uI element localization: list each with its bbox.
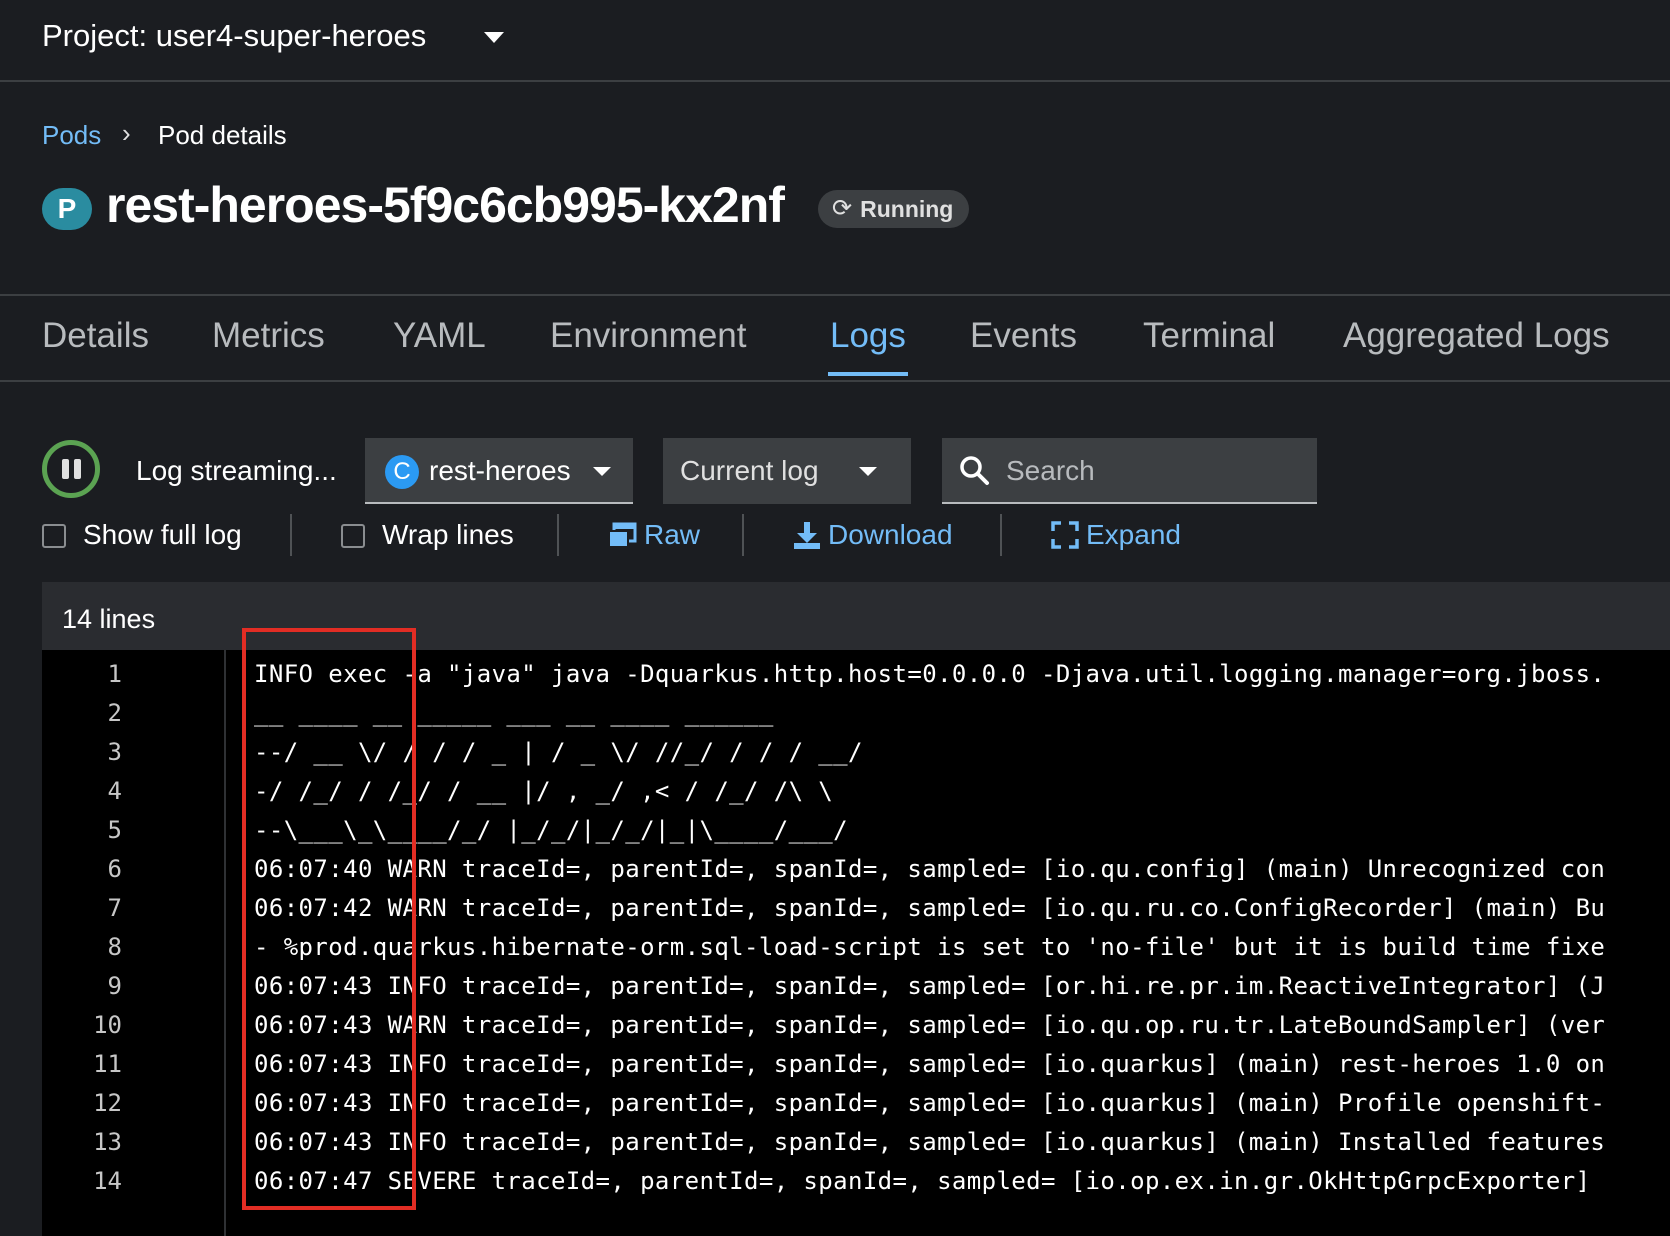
wrap-lines-label[interactable]: Wrap lines — [382, 519, 514, 551]
status-text: Running — [860, 195, 954, 222]
log-line-text: 06:07:43 WARN traceId=, parentId=, spanI… — [254, 1011, 1606, 1039]
breadcrumb-separator-icon: › — [122, 118, 131, 148]
download-link[interactable]: Download — [828, 519, 953, 551]
status-badge: ⟳ Running — [818, 190, 970, 228]
tab-environment[interactable]: Environment — [550, 316, 746, 356]
line-number: 3 — [107, 738, 122, 766]
log-line-text: - %prod.quarkus.hibernate-orm.sql-load-s… — [254, 933, 1606, 961]
show-full-log-label[interactable]: Show full log — [83, 519, 242, 551]
line-number: 10 — [93, 1011, 122, 1039]
tab-terminal[interactable]: Terminal — [1143, 316, 1275, 356]
log-line: 13 06:07:43 INFO traceId=, parentId=, spa… — [42, 1124, 1670, 1163]
search-field[interactable] — [942, 438, 1317, 504]
log-line-text: __ ____ __ _____ ___ __ ____ ______ — [254, 699, 774, 727]
line-number: 6 — [107, 855, 122, 883]
line-number: 2 — [107, 699, 122, 727]
log-line-text: -/ /_/ / /_/ / __ |/ , _/ ,< / /_/ /\ \ — [254, 777, 834, 805]
log-line: 3 --/ __ \/ / / / _ | / _ \/ //_/ / / / _… — [42, 734, 1670, 773]
download-icon[interactable] — [792, 520, 822, 550]
container-select-value: rest-heroes — [429, 455, 571, 486]
tab-events[interactable]: Events — [970, 316, 1077, 356]
log-line: 7 06:07:42 WARN traceId=, parentId=, span… — [42, 890, 1670, 929]
chevron-down-icon — [859, 467, 877, 476]
search-input[interactable] — [1004, 450, 1298, 492]
container-badge: C — [385, 455, 419, 489]
line-number: 1 — [107, 660, 122, 688]
line-number: 14 — [93, 1167, 122, 1195]
project-selector[interactable]: Project: user4-super-heroes — [42, 18, 426, 54]
expand-icon[interactable] — [1051, 521, 1079, 549]
pause-streaming-button[interactable] — [42, 440, 100, 498]
tab-details[interactable]: Details — [42, 316, 149, 356]
log-line: 9 06:07:43 INFO traceId=, parentId=, span… — [42, 968, 1670, 1007]
log-type-select-value: Current log — [680, 455, 819, 486]
log-line: 2 __ ____ __ _____ ___ __ ____ ______ — [42, 695, 1670, 734]
log-viewer[interactable]: 1 INFO exec -a "java" java -Dquarkus.http… — [42, 650, 1670, 1236]
log-line: 8 - %prod.quarkus.hibernate-orm.sql-load-… — [42, 929, 1670, 968]
show-full-log-checkbox[interactable] — [42, 524, 66, 548]
line-number: 8 — [107, 933, 122, 961]
log-line: 1 INFO exec -a "java" java -Dquarkus.http… — [42, 656, 1670, 695]
log-line: 11 06:07:43 INFO traceId=, parentId=, spa… — [42, 1046, 1670, 1085]
log-line: 4 -/ /_/ / /_/ / __ |/ , _/ ,< / /_/ /\ \ — [42, 773, 1670, 812]
log-line: 12 06:07:43 INFO traceId=, parentId=, spa… — [42, 1085, 1670, 1124]
pod-resource-badge: P — [42, 188, 92, 230]
log-line-text: 06:07:43 INFO traceId=, parentId=, spanI… — [254, 1128, 1606, 1156]
expand-link[interactable]: Expand — [1086, 519, 1181, 551]
log-line: 14 06:07:47 SEVERE traceId=, parentId=, s… — [42, 1163, 1670, 1202]
lines-count: 14 lines — [62, 604, 156, 634]
container-select[interactable]: C rest-heroes — [365, 438, 633, 504]
line-number: 7 — [107, 894, 122, 922]
breadcrumb-pods-link[interactable]: Pods — [42, 120, 101, 151]
log-streaming-label: Log streaming... — [136, 455, 337, 486]
chevron-down-icon[interactable] — [484, 32, 504, 43]
active-tab-indicator — [828, 372, 908, 376]
tab-yaml[interactable]: YAML — [393, 316, 486, 356]
log-line-text: 06:07:47 SEVERE traceId=, parentId=, spa… — [254, 1167, 1591, 1195]
log-line-text: INFO exec -a "java" java -Dquarkus.http.… — [254, 660, 1606, 688]
tab-bar: Details Metrics YAML Environment Logs Ev… — [0, 294, 1670, 382]
log-line: 5 --\___\_\____/_/ |_/_/|_/_/|_|\____/___… — [42, 812, 1670, 851]
breadcrumb-current: Pod details — [158, 120, 287, 150]
line-number: 4 — [107, 777, 122, 805]
divider — [557, 514, 559, 556]
log-line-text: --/ __ \/ / / / _ | / _ \/ //_/ / / / __… — [254, 738, 863, 766]
tab-logs[interactable]: Logs — [830, 316, 906, 356]
line-number: 13 — [93, 1128, 122, 1156]
log-type-select[interactable]: Current log — [663, 438, 911, 504]
pause-icon — [61, 459, 69, 479]
log-line-text: 06:07:42 WARN traceId=, parentId=, spanI… — [254, 894, 1606, 922]
line-number: 11 — [93, 1050, 122, 1078]
log-line-text: 06:07:43 INFO traceId=, parentId=, spanI… — [254, 1089, 1606, 1117]
sync-icon: ⟳ — [832, 195, 853, 222]
log-line-text: 06:07:43 INFO traceId=, parentId=, spanI… — [254, 972, 1606, 1000]
wrap-lines-checkbox[interactable] — [341, 524, 365, 548]
log-line: 10 06:07:43 WARN traceId=, parentId=, spa… — [42, 1007, 1670, 1046]
tab-aggregated-logs[interactable]: Aggregated Logs — [1343, 316, 1610, 356]
log-line-text: 06:07:43 INFO traceId=, parentId=, spanI… — [254, 1050, 1606, 1078]
line-number: 9 — [107, 972, 122, 1000]
log-line-text: 06:07:40 WARN traceId=, parentId=, spanI… — [254, 855, 1606, 883]
log-viewer-header: 14 lines — [42, 582, 1670, 650]
log-line: 6 06:07:40 WARN traceId=, parentId=, span… — [42, 851, 1670, 890]
line-number: 5 — [107, 816, 122, 844]
search-icon — [960, 456, 989, 485]
divider — [290, 514, 292, 556]
raw-link[interactable]: Raw — [644, 519, 700, 551]
log-line-text: --\___\_\____/_/ |_/_/|_/_/|_|\____/___/ — [254, 816, 848, 844]
page-title: rest-heroes-5f9c6cb995-kx2nf — [106, 177, 785, 233]
chevron-down-icon — [593, 467, 611, 476]
line-number: 12 — [93, 1089, 122, 1117]
divider — [742, 514, 744, 556]
raw-icon[interactable] — [607, 522, 637, 550]
tab-metrics[interactable]: Metrics — [212, 316, 325, 356]
divider — [1000, 514, 1002, 556]
